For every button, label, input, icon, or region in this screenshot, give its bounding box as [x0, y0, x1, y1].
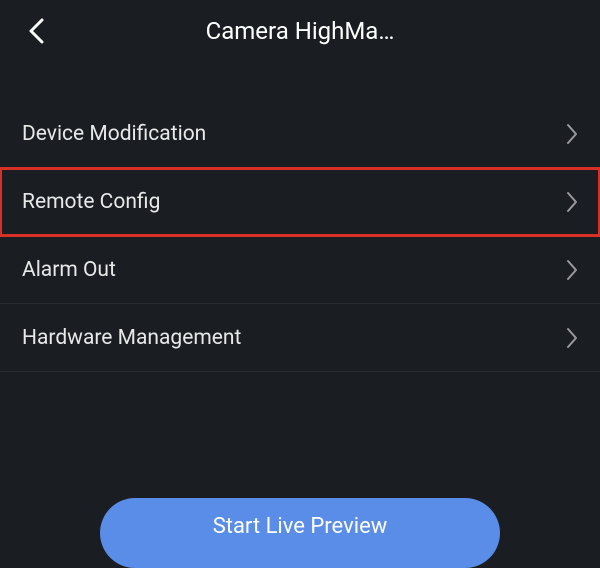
- menu-item-alarm-out[interactable]: Alarm Out: [0, 236, 600, 304]
- menu-item-label: Alarm Out: [22, 258, 116, 282]
- chevron-right-icon: [566, 327, 578, 349]
- header: Camera HighMa…: [0, 0, 600, 62]
- menu-item-label: Hardware Management: [22, 326, 241, 350]
- chevron-left-icon: [27, 17, 45, 45]
- menu-item-label: Device Modification: [22, 122, 206, 146]
- page-title: Camera HighMa…: [206, 17, 395, 45]
- menu-item-label: Remote Config: [22, 190, 160, 214]
- chevron-right-icon: [566, 123, 578, 145]
- back-button[interactable]: [16, 11, 56, 51]
- button-label: Start Live Preview: [213, 514, 388, 539]
- chevron-right-icon: [566, 259, 578, 281]
- menu-item-device-modification[interactable]: Device Modification: [0, 100, 600, 168]
- chevron-right-icon: [566, 191, 578, 213]
- menu-item-remote-config[interactable]: Remote Config: [0, 168, 600, 236]
- menu-item-hardware-management[interactable]: Hardware Management: [0, 304, 600, 372]
- menu-list: Device Modification Remote Config Alarm …: [0, 100, 600, 372]
